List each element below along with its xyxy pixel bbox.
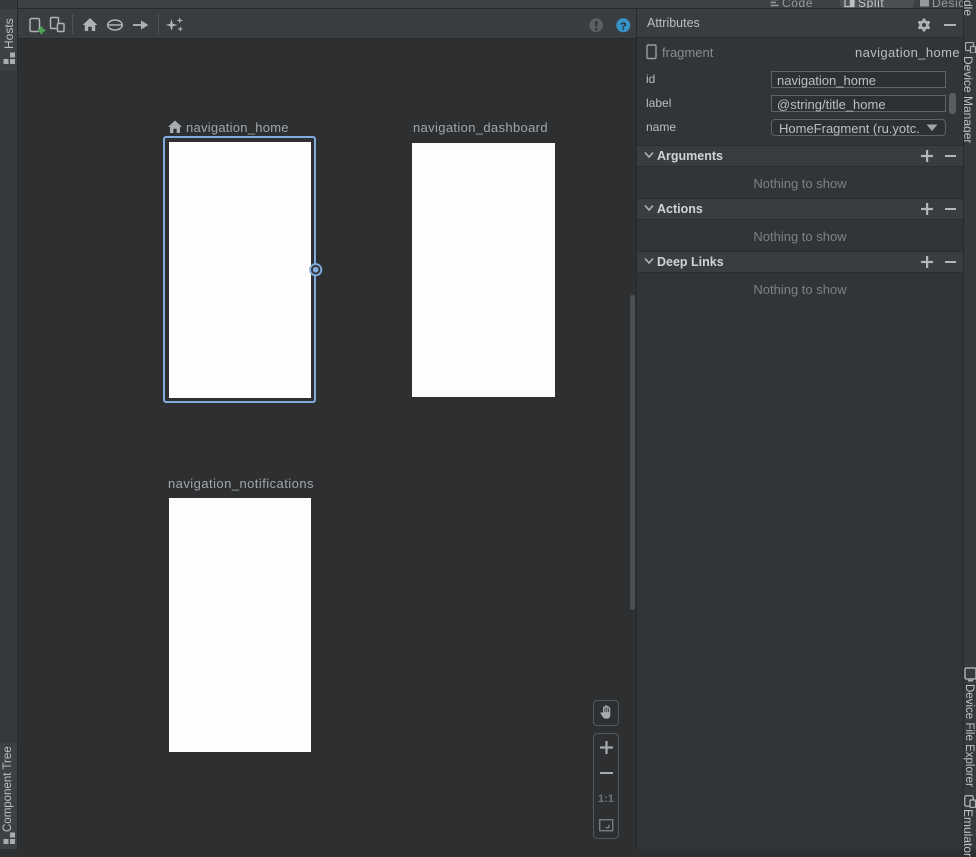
svg-text:?: ?	[620, 20, 626, 32]
